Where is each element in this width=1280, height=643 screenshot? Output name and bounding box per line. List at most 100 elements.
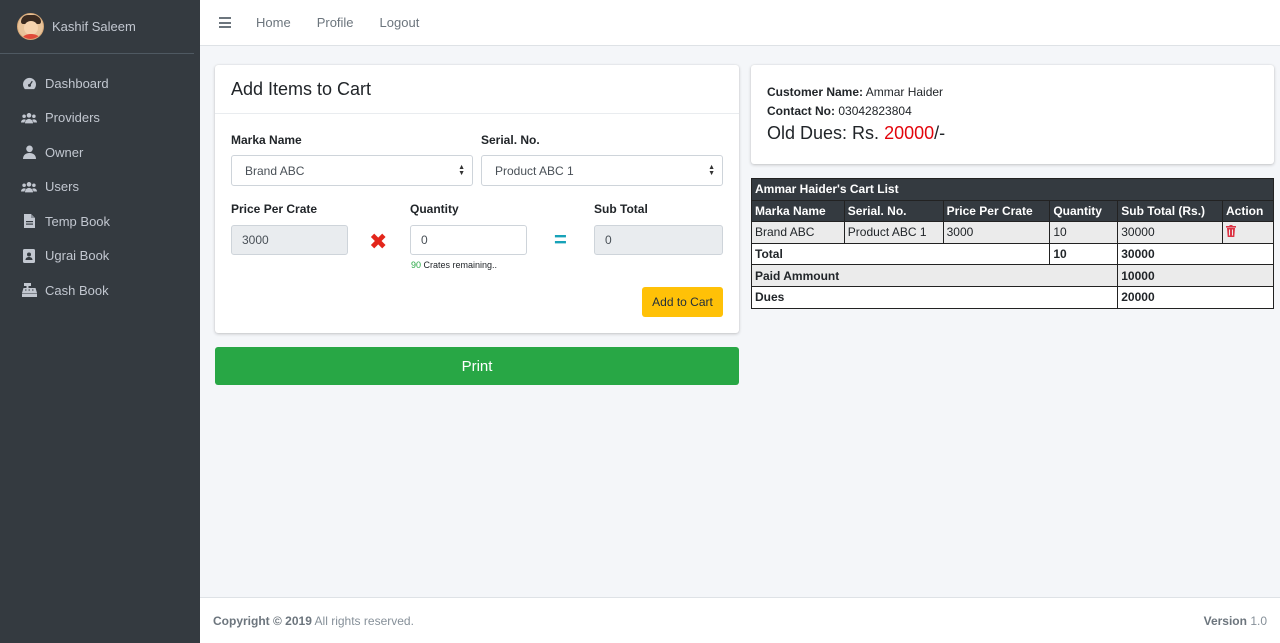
crates-remaining: 90 Crates remaining.. <box>411 260 497 270</box>
customer-name-label: Customer Name: <box>767 85 864 99</box>
select-caret-icon: ▲ ▼ <box>458 164 465 177</box>
sidebar-item-label: Dashboard <box>45 75 109 91</box>
file-icon <box>21 213 37 229</box>
column-header: Marka Name <box>751 199 845 223</box>
marka-name-select[interactable]: Brand ABC ▲ ▼ <box>231 155 473 186</box>
cell-serial: Product ABC 1 <box>843 221 944 244</box>
sidebar: Kashif Saleem Dashboard Providers Owner … <box>0 0 200 643</box>
menu-toggle-icon[interactable] <box>219 17 231 28</box>
sidebar-item-label: Cash Book <box>45 282 109 298</box>
sidebar-item-providers[interactable]: Providers <box>0 101 200 136</box>
column-header: Price Per Crate <box>942 199 1051 223</box>
paid-amount-label: Paid Ammount <box>750 264 1119 287</box>
sidebar-item-label: Ugrai Book <box>45 248 110 264</box>
quantity-value: 0 <box>421 233 428 247</box>
delete-icon[interactable] <box>1225 224 1236 240</box>
contact-no-line: Contact No: 03042823804 <box>767 102 1258 121</box>
old-dues-label: Old Dues: Rs. <box>767 123 880 143</box>
serial-no-value: Product ABC 1 <box>495 163 574 178</box>
cash-register-icon <box>21 282 37 298</box>
print-button[interactable]: Print <box>215 347 739 385</box>
old-dues: Old Dues: Rs. 20000/- <box>767 121 1258 145</box>
rights-text: All rights reserved. <box>314 613 414 628</box>
sidebar-nav: Dashboard Providers Owner Users Temp Boo… <box>0 66 200 308</box>
customer-name-line: Customer Name: Ammar Haider <box>767 83 1258 102</box>
dashboard-icon <box>21 75 37 91</box>
user-name[interactable]: Kashif Saleem <box>52 19 136 34</box>
nav-link-home[interactable]: Home <box>256 15 291 30</box>
cell-quantity: 10 <box>1049 221 1119 244</box>
price-per-crate-value: 3000 <box>242 233 269 247</box>
cell-marka: Brand ABC <box>751 221 845 244</box>
copyright: Copyright © 2019 All rights reserved. <box>213 614 414 628</box>
sidebar-item-users[interactable]: Users <box>0 170 200 205</box>
total-amount: 30000 <box>1117 242 1274 266</box>
total-label: Total <box>750 242 1051 266</box>
footer: Copyright © 2019 All rights reserved. Ve… <box>200 597 1280 643</box>
sidebar-item-label: Providers <box>45 110 100 126</box>
dues-label: Dues <box>750 285 1119 309</box>
sidebar-item-owner[interactable]: Owner <box>0 135 200 170</box>
column-header: Action <box>1221 199 1275 223</box>
quantity-input[interactable]: 0 <box>410 225 527 255</box>
copyright-label: Copyright © 2019 <box>213 613 312 628</box>
version-number: 1.0 <box>1250 613 1267 628</box>
table-header-row: Marka Name Serial. No. Price Per Crate Q… <box>751 199 1275 223</box>
card-header: Add Items to Cart <box>215 65 739 114</box>
nav-link-profile[interactable]: Profile <box>317 15 354 30</box>
sidebar-item-temp-book[interactable]: Temp Book <box>0 204 200 239</box>
customer-name: Ammar Haider <box>865 85 944 99</box>
price-per-crate-input[interactable]: 3000 <box>231 225 348 255</box>
total-quantity: 10 <box>1049 242 1119 266</box>
customer-info-card: Customer Name: Ammar Haider Contact No: … <box>751 65 1274 164</box>
contact-no: 03042823804 <box>838 104 912 118</box>
dues-row: Dues 20000 <box>750 285 1274 309</box>
paid-amount-row: Paid Ammount 10000 <box>750 264 1274 287</box>
equals-icon: = <box>554 227 567 252</box>
version: Version 1.0 <box>1204 614 1267 628</box>
add-to-cart-button[interactable]: Add to Cart <box>642 287 723 317</box>
version-label: Version <box>1203 613 1247 628</box>
cart-table: Ammar Haider's Cart List Marka Name Seri… <box>750 178 1275 309</box>
dues-amount: 20000 <box>1117 285 1274 309</box>
serial-no-label: Serial. No. <box>481 133 540 147</box>
users-icon <box>21 179 37 195</box>
cell-action <box>1221 221 1275 244</box>
crates-remaining-count: 90 <box>411 260 422 270</box>
sidebar-item-ugrai-book[interactable]: Ugrai Book <box>0 239 200 274</box>
user-panel[interactable]: Kashif Saleem <box>0 0 194 54</box>
multiply-icon: ✖ <box>369 229 388 254</box>
nav-link-logout[interactable]: Logout <box>380 15 420 30</box>
column-header: Serial. No. <box>843 199 944 223</box>
paid-amount: 10000 <box>1117 264 1274 287</box>
sub-total-value: 0 <box>605 233 612 247</box>
contact-no-label: Contact No: <box>767 104 835 118</box>
add-items-card: Add Items to Cart Marka Name Brand ABC ▲… <box>215 65 739 333</box>
cart-caption: Ammar Haider's Cart List <box>751 178 1274 201</box>
sub-total-input[interactable]: 0 <box>594 225 723 255</box>
user-icon <box>21 144 37 160</box>
serial-no-select[interactable]: Product ABC 1 ▲ ▼ <box>481 155 723 186</box>
cell-subtotal: 30000 <box>1117 221 1223 244</box>
price-per-crate-label: Price Per Crate <box>231 202 318 216</box>
sidebar-item-dashboard[interactable]: Dashboard <box>0 66 200 101</box>
card-title: Add Items to Cart <box>231 78 372 99</box>
crates-remaining-text: Crates remaining.. <box>423 260 498 270</box>
table-row: Brand ABC Product ABC 1 3000 10 30000 <box>751 221 1275 244</box>
sub-total-label: Sub Total <box>594 202 648 216</box>
top-navbar: Home Profile Logout <box>200 0 1280 46</box>
old-dues-suffix: /- <box>934 123 946 143</box>
sidebar-item-cash-book[interactable]: Cash Book <box>0 273 200 308</box>
quantity-label: Quantity <box>410 202 459 216</box>
select-caret-icon: ▲ ▼ <box>708 164 715 177</box>
avatar <box>17 13 44 40</box>
marka-name-label: Marka Name <box>231 133 302 147</box>
column-header: Sub Total (Rs.) <box>1117 199 1223 223</box>
contact-book-icon <box>21 248 37 264</box>
sidebar-item-label: Users <box>45 179 79 195</box>
users-icon <box>21 110 37 126</box>
cart-caption-row: Ammar Haider's Cart List <box>751 178 1274 201</box>
sidebar-item-label: Owner <box>45 144 84 160</box>
marka-name-value: Brand ABC <box>245 163 305 178</box>
cell-price: 3000 <box>942 221 1051 244</box>
